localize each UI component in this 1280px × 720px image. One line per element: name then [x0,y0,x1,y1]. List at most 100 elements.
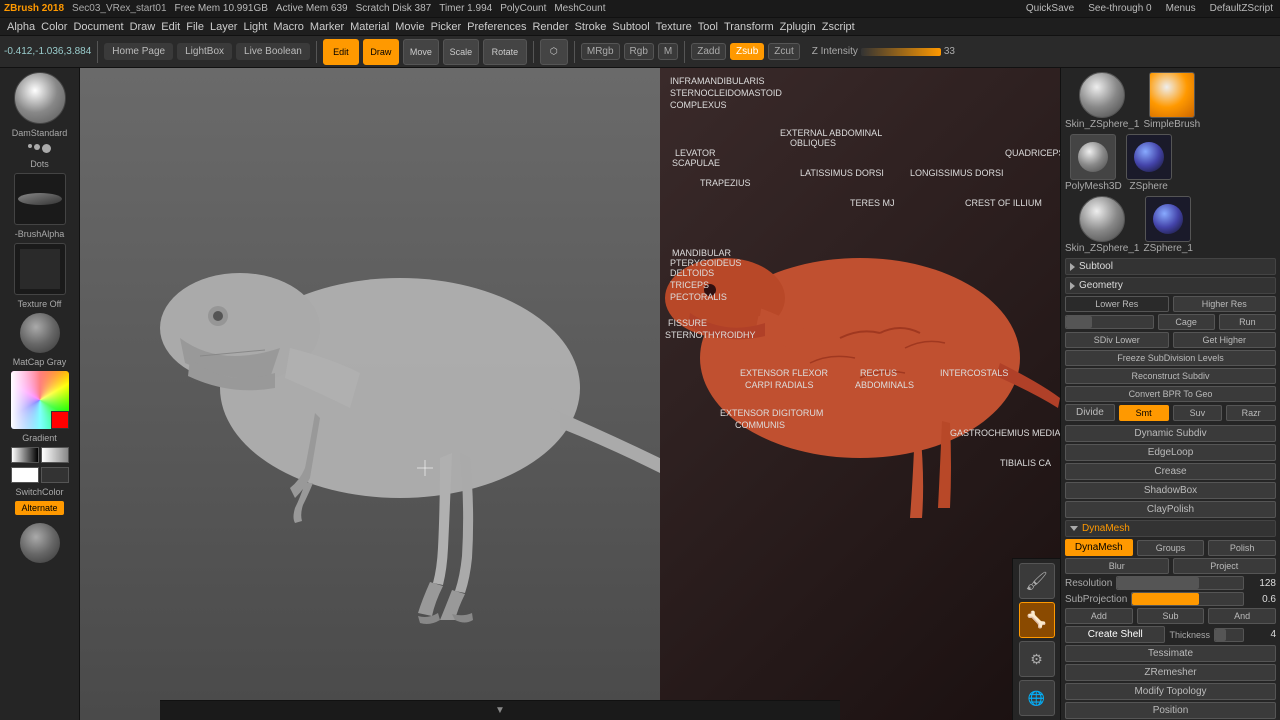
run-btn[interactable]: Run [1219,314,1276,330]
default-zscript-btn[interactable]: DefaultZScript [1207,3,1276,14]
zcut-btn[interactable]: Zcut [768,43,799,60]
menu-zplugin[interactable]: Zplugin [777,21,819,33]
menu-preferences[interactable]: Preferences [464,21,529,33]
see-through-btn[interactable]: See-through 0 [1085,3,1154,14]
get-higher-btn[interactable]: Get Higher [1173,332,1277,348]
project-btn[interactable]: Project [1173,558,1277,574]
menus-btn[interactable]: Menus [1163,3,1199,14]
menu-material[interactable]: Material [347,21,392,33]
and-btn[interactable]: And [1208,608,1276,624]
zadd-btn[interactable]: Zadd [691,43,726,60]
skin-zsphere2-thumb[interactable] [1079,196,1125,242]
freeze-subdiv-btn[interactable]: Freeze SubDivision Levels [1065,350,1276,366]
dynamesh-btn[interactable]: DynaMesh [1065,539,1133,556]
reconstruct-subdiv-btn[interactable]: Reconstruct Subdiv [1065,368,1276,384]
create-shell-btn[interactable]: Create Shell [1065,626,1165,643]
sdiv-lower-btn[interactable]: SDiv Lower [1065,332,1169,348]
material-preview[interactable] [20,313,60,353]
rgb-btn[interactable]: Rgb [624,43,654,60]
add-btn[interactable]: Add [1065,608,1133,624]
nav-arrow[interactable]: ▼ [495,705,505,716]
polymesh3d-thumb[interactable] [1070,134,1116,180]
m-btn[interactable]: M [658,43,678,60]
brush-preview[interactable] [14,72,66,124]
tool-icon-3[interactable]: ⚙ [1019,641,1055,677]
menu-marker[interactable]: Marker [307,21,347,33]
alternate-btn[interactable]: Alternate [15,501,63,515]
gradient-bw[interactable] [11,447,39,463]
menu-zscript[interactable]: Zscript [819,21,858,33]
menu-macro[interactable]: Macro [270,21,307,33]
razr-btn[interactable]: Razr [1226,405,1276,421]
intensity-slider[interactable] [861,48,941,56]
simplebrush-thumb[interactable] [1149,72,1195,118]
shadowbox-btn[interactable]: ShadowBox [1065,482,1276,499]
menu-layer[interactable]: Layer [207,21,241,33]
sphere-preview2[interactable] [20,523,60,563]
sub-btn[interactable]: Sub [1137,608,1205,624]
canvas-area[interactable]: INFRAMANDIBULARIS STERNOCLEIDOMASTOID CO… [80,68,1060,720]
zsphere-thumb[interactable] [1126,134,1172,180]
tool-icon-2[interactable]: 🦴 [1019,602,1055,638]
menu-file[interactable]: File [183,21,207,33]
divide-btn[interactable]: Divide [1065,404,1115,421]
alpha-preview[interactable] [14,173,66,225]
menu-picker[interactable]: Picker [428,21,465,33]
crease-btn[interactable]: Crease [1065,463,1276,480]
suv-btn[interactable]: Suv [1173,405,1223,421]
menu-document[interactable]: Document [70,21,126,33]
sdiv-slider[interactable] [1065,315,1154,329]
active-color[interactable] [51,411,69,429]
position-btn[interactable]: Position [1065,702,1276,719]
home-page-tab[interactable]: Home Page [104,43,173,60]
menu-tool[interactable]: Tool [695,21,721,33]
menu-light[interactable]: Light [240,21,270,33]
edgeloop-btn[interactable]: EdgeLoop [1065,444,1276,461]
menu-texture[interactable]: Texture [653,21,695,33]
skin-zsphere-thumb[interactable] [1079,72,1125,118]
live-boolean-tab[interactable]: Live Boolean [236,43,310,60]
tool-icon-1[interactable]: 🖌 [1019,563,1055,599]
tessimate-btn[interactable]: Tessimate [1065,645,1276,662]
subtool-header[interactable]: Subtool [1065,258,1276,275]
menu-edit[interactable]: Edit [158,21,183,33]
scale-btn[interactable]: Scale [443,39,479,65]
move-btn[interactable]: Move [403,39,439,65]
convert-bpr-btn[interactable]: Convert BPR To Geo [1065,386,1276,402]
polish-btn[interactable]: Polish [1208,540,1276,556]
resolution-slider[interactable] [1116,576,1244,590]
swatch-dark[interactable] [41,467,69,483]
claypolish-btn[interactable]: ClayPolish [1065,501,1276,518]
cage-btn[interactable]: Cage [1158,314,1215,330]
menu-subtool[interactable]: Subtool [609,21,652,33]
symmetry-btn[interactable]: ⬡ [540,39,568,65]
menu-stroke[interactable]: Stroke [572,21,610,33]
menu-draw[interactable]: Draw [127,21,159,33]
color-picker[interactable] [11,371,69,429]
draw-btn[interactable]: Draw [363,39,399,65]
groups-btn[interactable]: Groups [1137,540,1205,556]
lightbox-tab[interactable]: LightBox [177,43,232,60]
tool-icon-4[interactable]: 🌐 [1019,680,1055,716]
edit-btn[interactable]: Edit [323,39,359,65]
menu-alpha[interactable]: Alpha [4,21,38,33]
smt-btn[interactable]: Smt [1119,405,1169,421]
mrgb-btn[interactable]: MRgb [581,43,620,60]
zsub-btn[interactable]: Zsub [730,43,764,60]
menu-movie[interactable]: Movie [392,21,427,33]
dynamic-subdiv-btn[interactable]: Dynamic Subdiv [1065,425,1276,442]
lower-res-btn[interactable]: Lower Res [1065,296,1169,312]
zremesher-btn[interactable]: ZRemesher [1065,664,1276,681]
blur-btn[interactable]: Blur [1065,558,1169,574]
dynamesh-header[interactable]: DynaMesh [1065,520,1276,537]
swatch-white[interactable] [11,467,39,483]
modify-topology-btn[interactable]: Modify Topology [1065,683,1276,700]
subprojection-slider[interactable] [1131,592,1244,606]
geometry-header[interactable]: Geometry [1065,277,1276,294]
menu-color[interactable]: Color [38,21,70,33]
quick-save-btn[interactable]: QuickSave [1023,3,1077,14]
menu-render[interactable]: Render [529,21,571,33]
gradient-wg[interactable] [41,447,69,463]
menu-transform[interactable]: Transform [721,21,777,33]
rotate-btn[interactable]: Rotate [483,39,527,65]
